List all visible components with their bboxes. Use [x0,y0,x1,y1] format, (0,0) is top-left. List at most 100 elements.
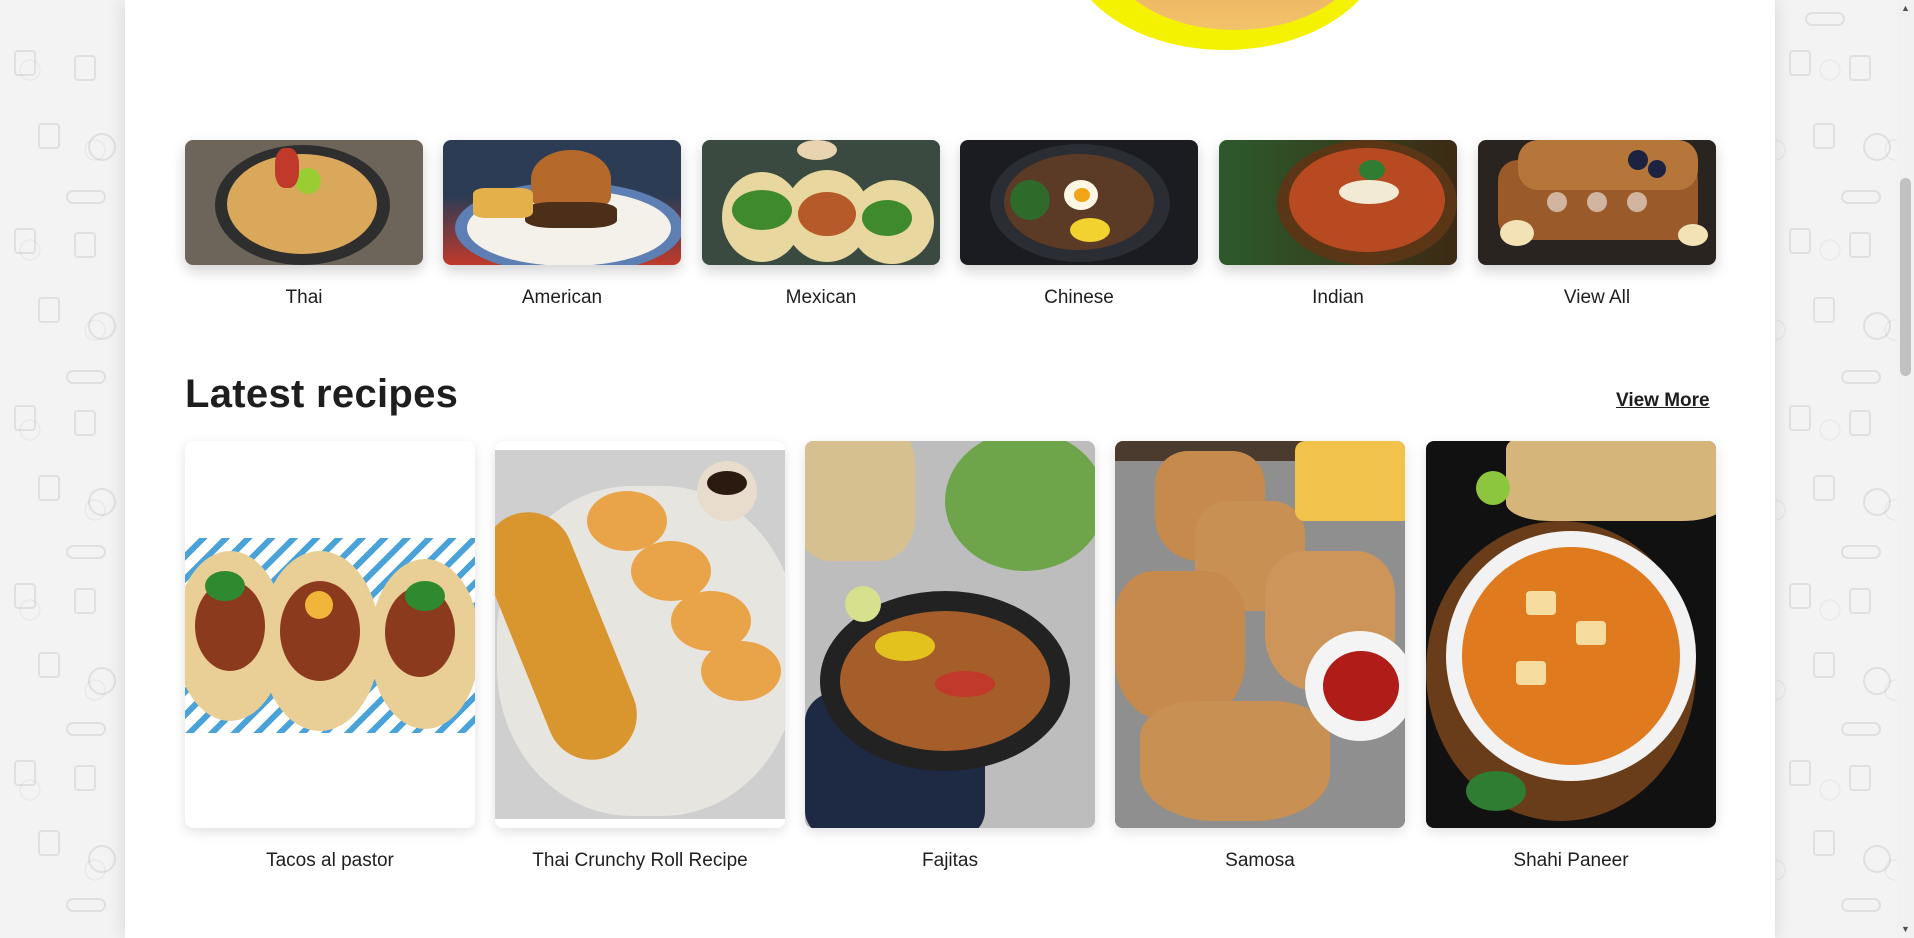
recipe-title: Tacos al pastor [266,850,394,871]
hotdog-icon [1841,370,1881,384]
burger-icon [88,667,116,695]
lime [845,586,881,622]
recipe-card-shahi-paneer[interactable]: Shahi Paneer [1426,441,1716,872]
hero-taco-filling [1105,0,1365,30]
bun [531,150,611,208]
yolk [1074,188,1090,202]
latest-recipes-list: Tacos al pastor Thai Crunchy Roll Recipe [185,441,1716,881]
category-label: Mexican [785,287,857,308]
burger-icon [88,312,116,340]
sushi-piece [701,641,781,701]
background-pattern-right [1775,0,1897,938]
hotdog-icon [1841,545,1881,559]
view-more-link[interactable]: View More [1616,390,1710,412]
dot [1587,192,1607,212]
pepper [935,671,995,697]
burger-icon [88,845,116,873]
ramen-bowl-image [960,140,1198,265]
category-american[interactable]: American [443,140,681,309]
hotdog-icon [1841,722,1881,736]
corn [1070,218,1110,242]
blueberry [1628,150,1648,170]
category-mexican[interactable]: Mexican [702,140,940,309]
category-view-all[interactable]: View All [1478,140,1716,309]
hotdog-icon [66,722,106,736]
recipe-card-fajitas[interactable]: Fajitas [805,441,1095,872]
burger-icon [88,133,116,161]
lime [1476,471,1510,505]
category-chinese[interactable]: Chinese [960,140,1198,309]
category-label: Thai [285,287,323,308]
banana [1678,224,1708,246]
filling [862,200,912,236]
filling [732,190,792,230]
cup-icon [1789,760,1811,786]
hero-taco-image [1065,0,1385,50]
burger-icon [1863,133,1891,161]
soy-sauce [707,471,747,495]
recipe-title: Shahi Paneer [1513,850,1629,871]
hotdog-icon [66,370,106,384]
hotdog-icon [1805,12,1845,26]
category-label: American [521,287,603,308]
hotdog-icon [1841,898,1881,912]
latest-recipes-heading: Latest recipes [185,372,459,416]
fries-icon [1849,55,1871,81]
patty [525,202,617,228]
page-scrollbar[interactable]: ▲ ▼ [1897,0,1914,938]
tacos-image [702,140,940,265]
burger-icon [1863,667,1891,695]
category-label: View All [1563,287,1631,308]
burger-icon [1863,312,1891,340]
ice-cream-icon [1813,830,1835,856]
cup-icon [14,228,36,254]
cilantro [405,581,445,611]
ice-cream-icon [38,475,60,501]
garnish [275,148,299,188]
paneer [1516,661,1546,685]
cup-icon [1789,583,1811,609]
dot [1627,192,1647,212]
samosa-image [1115,441,1405,828]
hotdog-icon [1841,190,1881,204]
recipe-title: Samosa [1225,850,1295,871]
category-thai[interactable]: Thai [185,140,423,309]
hotdog-icon [66,898,106,912]
bread [1295,441,1405,521]
cup-icon [1789,405,1811,431]
paneer [1576,621,1606,645]
cup-icon [14,50,36,76]
coriander [1359,160,1385,180]
pineapple [305,591,333,619]
fries-icon [1849,410,1871,436]
category-indian[interactable]: Indian [1219,140,1457,309]
curry-bowl-image [1219,140,1457,265]
banana [1500,220,1534,246]
category-carousel: Thai American Mexican Chinese Indian Vie… [185,140,1716,320]
ice-cream-icon [38,830,60,856]
recipe-card-samosa[interactable]: Samosa [1115,441,1405,872]
loading-dots [1478,192,1716,217]
shahi-paneer-image [1426,441,1716,828]
fries-icon [74,232,96,258]
recipe-card-thai-crunchy-roll[interactable]: Thai Crunchy Roll Recipe [495,441,785,872]
greens [1010,180,1050,220]
scroll-down-icon[interactable]: ▼ [1897,921,1914,938]
scroll-thumb[interactable] [1900,178,1911,376]
fries-icon [1849,765,1871,791]
samosa [1115,571,1245,721]
cup-icon [1789,50,1811,76]
main-content: Thai American Mexican Chinese Indian Vie… [125,0,1775,938]
recipe-card-tacos-al-pastor[interactable]: Tacos al pastor [185,441,475,872]
background-pattern-left [0,0,125,938]
paneer [1526,591,1556,615]
chutney [1323,651,1399,721]
scroll-up-icon[interactable]: ▲ [1897,0,1914,17]
ice-cream-icon [38,652,60,678]
recipe-title: Thai Crunchy Roll Recipe [532,850,748,871]
ice-cream-icon [1813,475,1835,501]
burger-icon [1863,488,1891,516]
curry [1462,547,1680,765]
french-toast-image [1478,140,1716,265]
cup-icon [14,583,36,609]
